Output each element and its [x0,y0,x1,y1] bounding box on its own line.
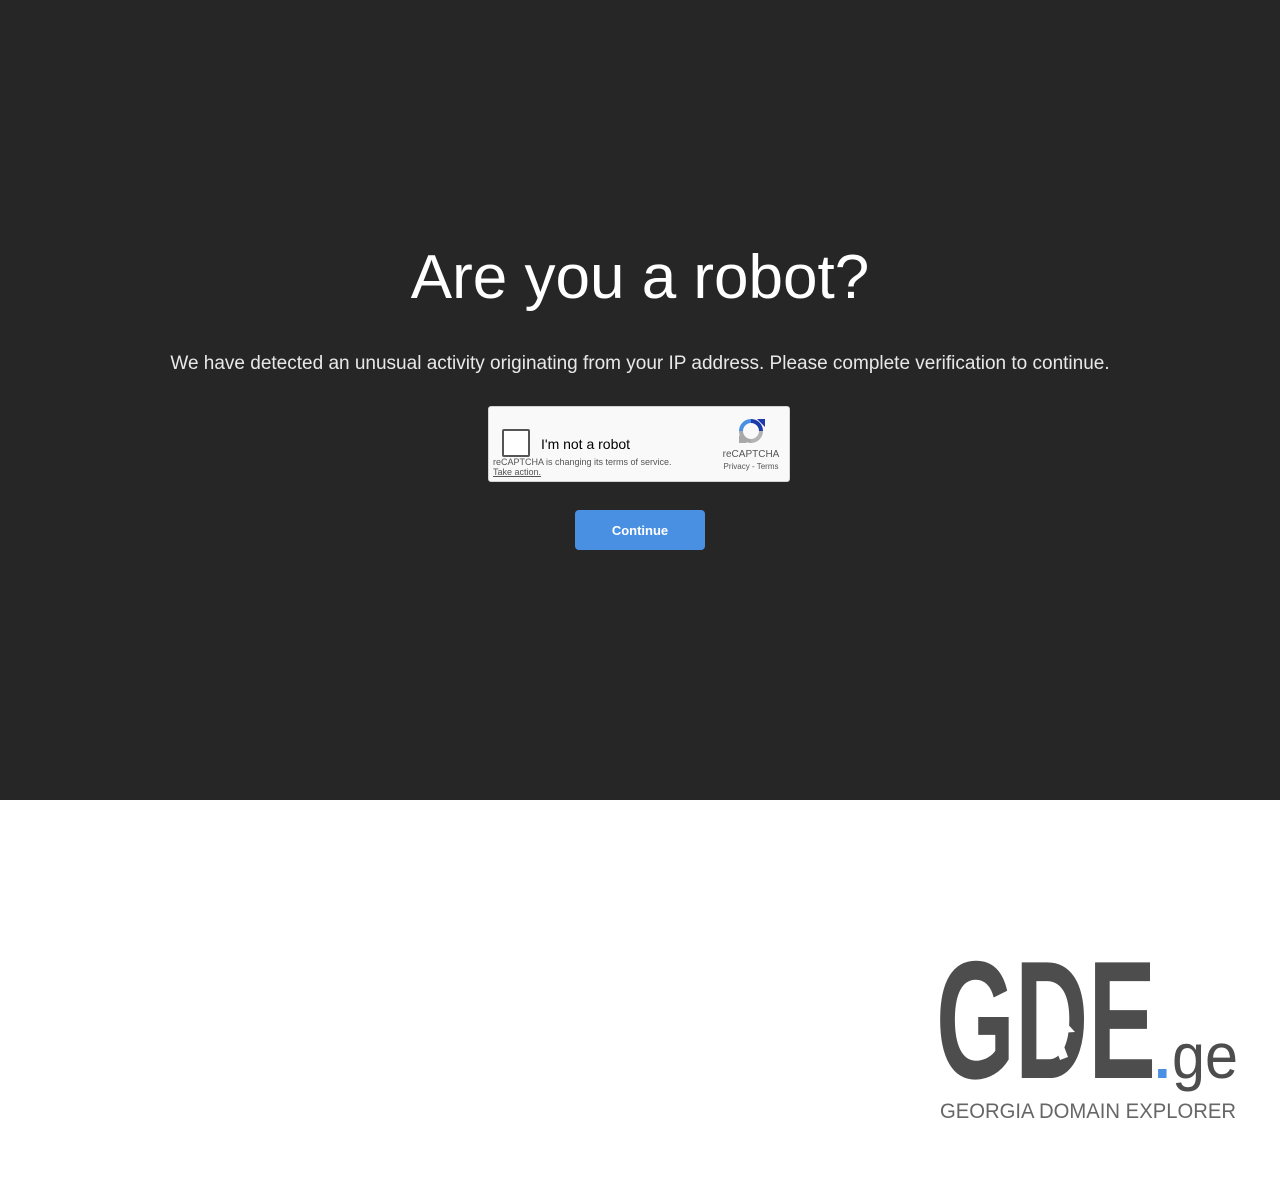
verification-panel: Are you a robot? We have detected an unu… [0,0,1280,800]
recaptcha-notice-text: reCAPTCHA is changing its terms of servi… [493,457,672,467]
logo-dot: . [1154,1024,1171,1091]
privacy-link[interactable]: Privacy [724,462,750,471]
take-action-link[interactable]: Take action. [493,467,672,477]
recaptcha-logo-icon [739,419,765,443]
recaptcha-notice: reCAPTCHA is changing its terms of servi… [493,457,672,477]
recaptcha-brand: reCAPTCHA [722,449,780,460]
logo-tld: ge [1172,1020,1238,1092]
recaptcha-widget: I'm not a robot reCAPTCHA is changing it… [488,406,790,482]
terms-link[interactable]: Terms [757,462,779,471]
logo-tagline: GEORGIA DOMAIN EXPLORER [940,1100,1236,1123]
recaptcha-branding: reCAPTCHA Privacy - Terms [721,415,781,472]
recaptcha-label: I'm not a robot [541,436,631,452]
verification-message: We have detected an unusual activity ori… [170,353,1110,374]
recaptcha-links: Privacy - Terms [721,462,781,472]
gde-logo: GDE . ge GEORGIA DOMAIN EXPLORER [936,950,1238,1123]
recaptcha-checkbox[interactable] [502,429,530,457]
continue-button[interactable]: Continue [575,510,705,550]
page-title: Are you a robot? [410,243,870,312]
links-separator: - [751,462,755,471]
